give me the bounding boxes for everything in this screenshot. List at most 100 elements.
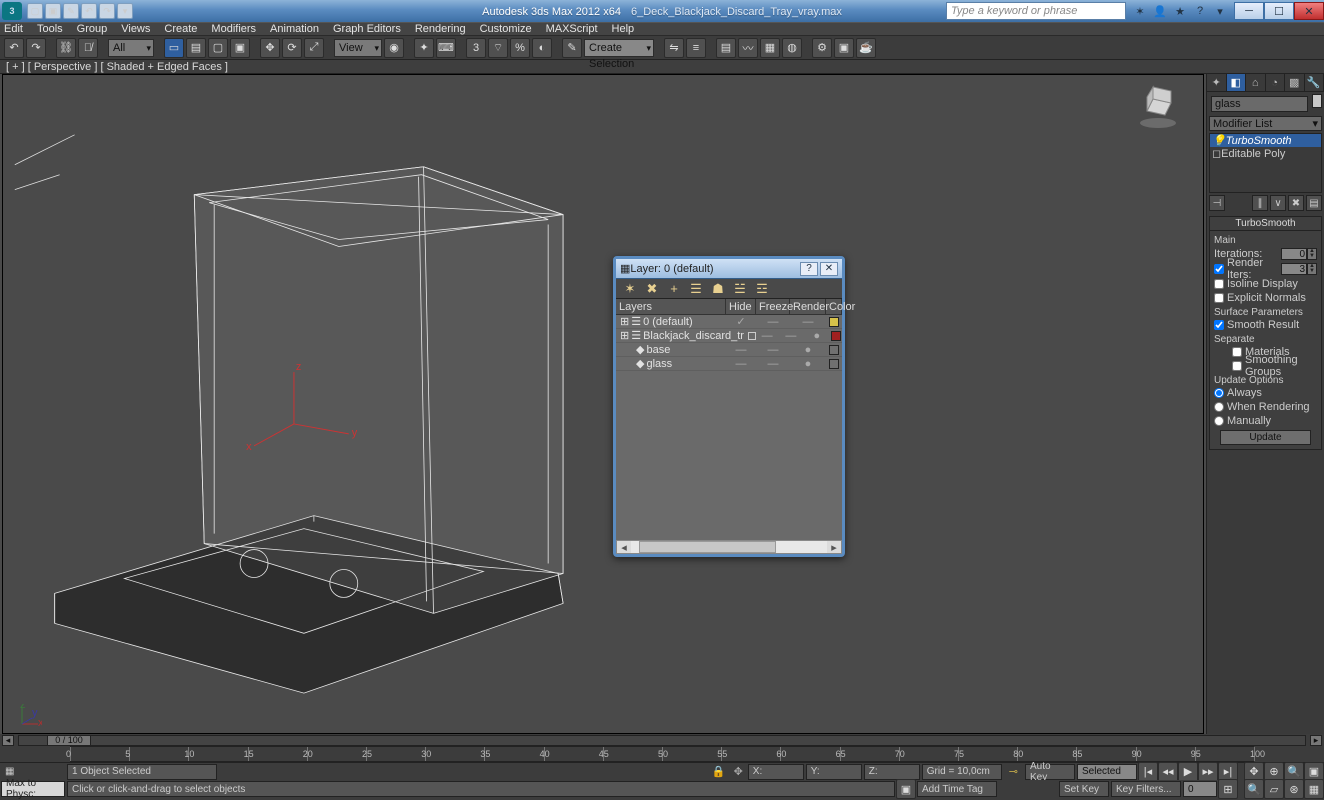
refcoord-dropdown[interactable]: View bbox=[334, 39, 382, 57]
add-to-layer-icon[interactable]: + bbox=[666, 281, 682, 297]
filter-dropdown[interactable]: All bbox=[108, 39, 154, 57]
comm-icon[interactable]: 👤 bbox=[1152, 3, 1168, 19]
update-button[interactable]: Update bbox=[1220, 430, 1311, 445]
play-button[interactable]: ▶ bbox=[1178, 762, 1198, 782]
layers-button[interactable]: ▤ bbox=[716, 38, 736, 58]
nav-fov-button[interactable]: ▱ bbox=[1264, 779, 1284, 799]
schematic-button[interactable]: ▦ bbox=[760, 38, 780, 58]
tab-hierarchy[interactable]: ⌂ bbox=[1246, 74, 1266, 91]
move-button[interactable]: ✥ bbox=[260, 38, 280, 58]
help-icon[interactable]: ? bbox=[1192, 3, 1208, 19]
radio-always[interactable]: Always bbox=[1214, 386, 1317, 400]
explicit-check[interactable]: Explicit Normals bbox=[1214, 291, 1317, 305]
qa-save-icon[interactable]: ✎ bbox=[63, 3, 79, 19]
scale-button[interactable]: ⤢ bbox=[304, 38, 324, 58]
mirror-button[interactable]: ⇋ bbox=[664, 38, 684, 58]
layer-hscroll[interactable]: ◂ ▸ bbox=[616, 540, 842, 554]
select-layer-icon[interactable]: ☰ bbox=[688, 281, 704, 297]
mated-button[interactable]: ◍ bbox=[782, 38, 802, 58]
setkey-button[interactable]: Set Key bbox=[1059, 781, 1109, 797]
select-name-button[interactable]: ▤ bbox=[186, 38, 206, 58]
qa-new-icon[interactable]: ▢ bbox=[27, 3, 43, 19]
dialog-close-button[interactable]: ✕ bbox=[820, 262, 838, 276]
autokey-button[interactable]: Auto Key bbox=[1025, 764, 1075, 780]
select-rect-button[interactable]: ▢ bbox=[208, 38, 228, 58]
keymode-dropdown[interactable]: Selected bbox=[1077, 764, 1137, 780]
current-frame-field[interactable]: 0 bbox=[1183, 781, 1217, 797]
delete-layer-icon[interactable]: ✖ bbox=[644, 281, 660, 297]
minimize-button[interactable]: ─ bbox=[1234, 2, 1264, 20]
menu-customize[interactable]: Customize bbox=[480, 23, 532, 35]
render-iters-spinner[interactable]: ▲▼ bbox=[1307, 263, 1317, 275]
menu-rendering[interactable]: Rendering bbox=[415, 23, 466, 35]
menu-maxscript[interactable]: MAXScript bbox=[546, 23, 598, 35]
object-name-field[interactable]: glass bbox=[1211, 96, 1308, 112]
remove-mod-button[interactable]: ✖ bbox=[1288, 195, 1304, 211]
menu-views[interactable]: Views bbox=[121, 23, 150, 35]
smooth-result-check[interactable]: Smooth Result bbox=[1214, 318, 1317, 332]
snap3-button[interactable]: 3 bbox=[466, 38, 486, 58]
rotate-button[interactable]: ⟳ bbox=[282, 38, 302, 58]
render-setup-button[interactable]: ⚙ bbox=[812, 38, 832, 58]
stack-turbosmooth[interactable]: 💡 TurboSmooth bbox=[1210, 134, 1321, 147]
iterations-spinner[interactable]: ▲▼ bbox=[1307, 248, 1317, 260]
layer-row[interactable]: ⊞ ☰ 0 (default)✓—— bbox=[616, 315, 842, 329]
freeze-unfreeze-icon[interactable]: ☲ bbox=[754, 281, 770, 297]
tab-modify[interactable]: ◧ bbox=[1227, 74, 1247, 91]
maximize-button[interactable]: ☐ bbox=[1264, 2, 1294, 20]
viewport-perspective[interactable]: z y x bbox=[2, 74, 1204, 734]
pin-stack-button[interactable]: ⊣ bbox=[1209, 195, 1225, 211]
timetag-icon[interactable]: ▣ bbox=[896, 779, 916, 799]
menu-tools[interactable]: Tools bbox=[37, 23, 63, 35]
qa-redo-icon[interactable]: ↷ bbox=[99, 3, 115, 19]
undo-button[interactable]: ↶ bbox=[4, 38, 24, 58]
stack-editable-poly[interactable]: ◻ Editable Poly bbox=[1210, 147, 1321, 160]
unlink-button[interactable]: ⛓̸ bbox=[78, 38, 98, 58]
pivot-button[interactable]: ◉ bbox=[384, 38, 404, 58]
named-sel-edit[interactable]: ✎ bbox=[562, 38, 582, 58]
time-slider[interactable]: ◂ 0 / 100 ▸ bbox=[0, 734, 1324, 746]
frame-indicator[interactable]: 0 / 100 bbox=[47, 735, 91, 746]
modifier-list-dropdown[interactable]: Modifier List▾ bbox=[1209, 116, 1322, 131]
tab-create[interactable]: ✦ bbox=[1207, 74, 1227, 91]
script-listener[interactable]: Max to Physc: bbox=[1, 781, 65, 797]
highlight-layer-icon[interactable]: ☗ bbox=[710, 281, 726, 297]
select-window-button[interactable]: ▣ bbox=[230, 38, 250, 58]
qa-more-icon[interactable]: ▾ bbox=[117, 3, 133, 19]
layer-dialog[interactable]: ▦ Layer: 0 (default) ? ✕ ✶ ✖ + ☰ ☗ ☱ ☲ L… bbox=[613, 256, 845, 557]
redo-button[interactable]: ↷ bbox=[26, 38, 46, 58]
config-button[interactable]: ▤ bbox=[1306, 195, 1322, 211]
hide-unhide-icon[interactable]: ☱ bbox=[732, 281, 748, 297]
menu-animation[interactable]: Animation bbox=[270, 23, 319, 35]
scroll-right-icon[interactable]: ▸ bbox=[827, 541, 841, 554]
anglesnap-button[interactable]: ⌔ bbox=[488, 38, 508, 58]
coord-z[interactable]: Z: bbox=[864, 764, 920, 780]
viewcube[interactable] bbox=[1133, 81, 1183, 131]
modifier-stack[interactable]: 💡 TurboSmooth ◻ Editable Poly bbox=[1209, 133, 1322, 193]
scroll-thumb[interactable] bbox=[639, 541, 776, 553]
unique-button[interactable]: ∨ bbox=[1270, 195, 1286, 211]
radio-when-rendering[interactable]: When Rendering bbox=[1214, 400, 1317, 414]
coord-y[interactable]: Y: bbox=[806, 764, 862, 780]
align-button[interactable]: ≡ bbox=[686, 38, 706, 58]
tab-utilities[interactable]: 🔧 bbox=[1305, 74, 1324, 91]
col-layers[interactable]: Layers bbox=[616, 299, 726, 314]
prev-frame-button[interactable]: ◂◂ bbox=[1158, 762, 1178, 782]
smoothing-groups-check[interactable]: Smoothing Groups bbox=[1214, 359, 1317, 373]
render-iters-check[interactable]: Render Iters: bbox=[1214, 262, 1281, 276]
layer-dialog-titlebar[interactable]: ▦ Layer: 0 (default) ? ✕ bbox=[616, 259, 842, 279]
new-layer-icon[interactable]: ✶ bbox=[622, 281, 638, 297]
fav-icon[interactable]: ★ bbox=[1172, 3, 1188, 19]
key-icon[interactable]: ⊸ bbox=[1009, 765, 1018, 778]
select-object-button[interactable]: ▭ bbox=[164, 38, 184, 58]
render-frame-button[interactable]: ▣ bbox=[834, 38, 854, 58]
search-input[interactable]: Type a keyword or phrase bbox=[946, 2, 1126, 20]
nav-orbit-button[interactable]: ⊛ bbox=[1284, 779, 1304, 799]
menu-help[interactable]: Help bbox=[612, 23, 635, 35]
close-button[interactable]: ✕ bbox=[1294, 2, 1324, 20]
isoline-check[interactable]: Isoline Display bbox=[1214, 277, 1317, 291]
layer-row[interactable]: ◆ base——● bbox=[616, 343, 842, 357]
menu-create[interactable]: Create bbox=[164, 23, 197, 35]
nav-zoom2-button[interactable]: 🔍 bbox=[1244, 779, 1264, 799]
keymode-button[interactable]: ⌨ bbox=[436, 38, 456, 58]
